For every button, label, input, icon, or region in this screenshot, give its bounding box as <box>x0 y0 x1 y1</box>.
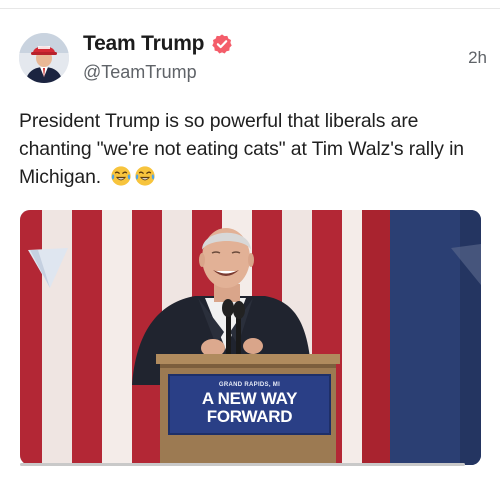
face-with-tears-of-joy-icon <box>135 166 156 186</box>
author-name-row: Team Trump <box>83 32 233 56</box>
post-header: Team Trump @TeamTrump 2h <box>19 30 489 86</box>
post-body: President Trump is so powerful that libe… <box>19 107 489 191</box>
verified-badge-icon <box>211 33 233 55</box>
top-divider <box>0 8 500 9</box>
author-avatar[interactable] <box>19 33 69 83</box>
post-timestamp[interactable]: 2h <box>468 48 487 68</box>
podium-sign-line1: A NEW WAY <box>201 389 298 408</box>
face-with-tears-of-joy-icon <box>111 166 132 186</box>
podium-sign: GRAND RAPIDS, MI A NEW WAY FORWARD <box>169 375 330 434</box>
avatar-photo-icon <box>19 33 69 83</box>
author-handle[interactable]: @TeamTrump <box>83 62 197 83</box>
media-scroll-indicator <box>20 463 465 466</box>
post-emojis <box>110 165 156 187</box>
author-display-name[interactable]: Team Trump <box>83 32 205 56</box>
podium-sign-line2: FORWARD <box>206 407 293 426</box>
post-media-photo[interactable]: GRAND RAPIDS, MI A NEW WAY FORWARD <box>20 210 481 465</box>
podium-sign-location: GRAND RAPIDS, MI <box>218 382 281 388</box>
post-body-text: President Trump is so powerful that libe… <box>19 110 464 188</box>
